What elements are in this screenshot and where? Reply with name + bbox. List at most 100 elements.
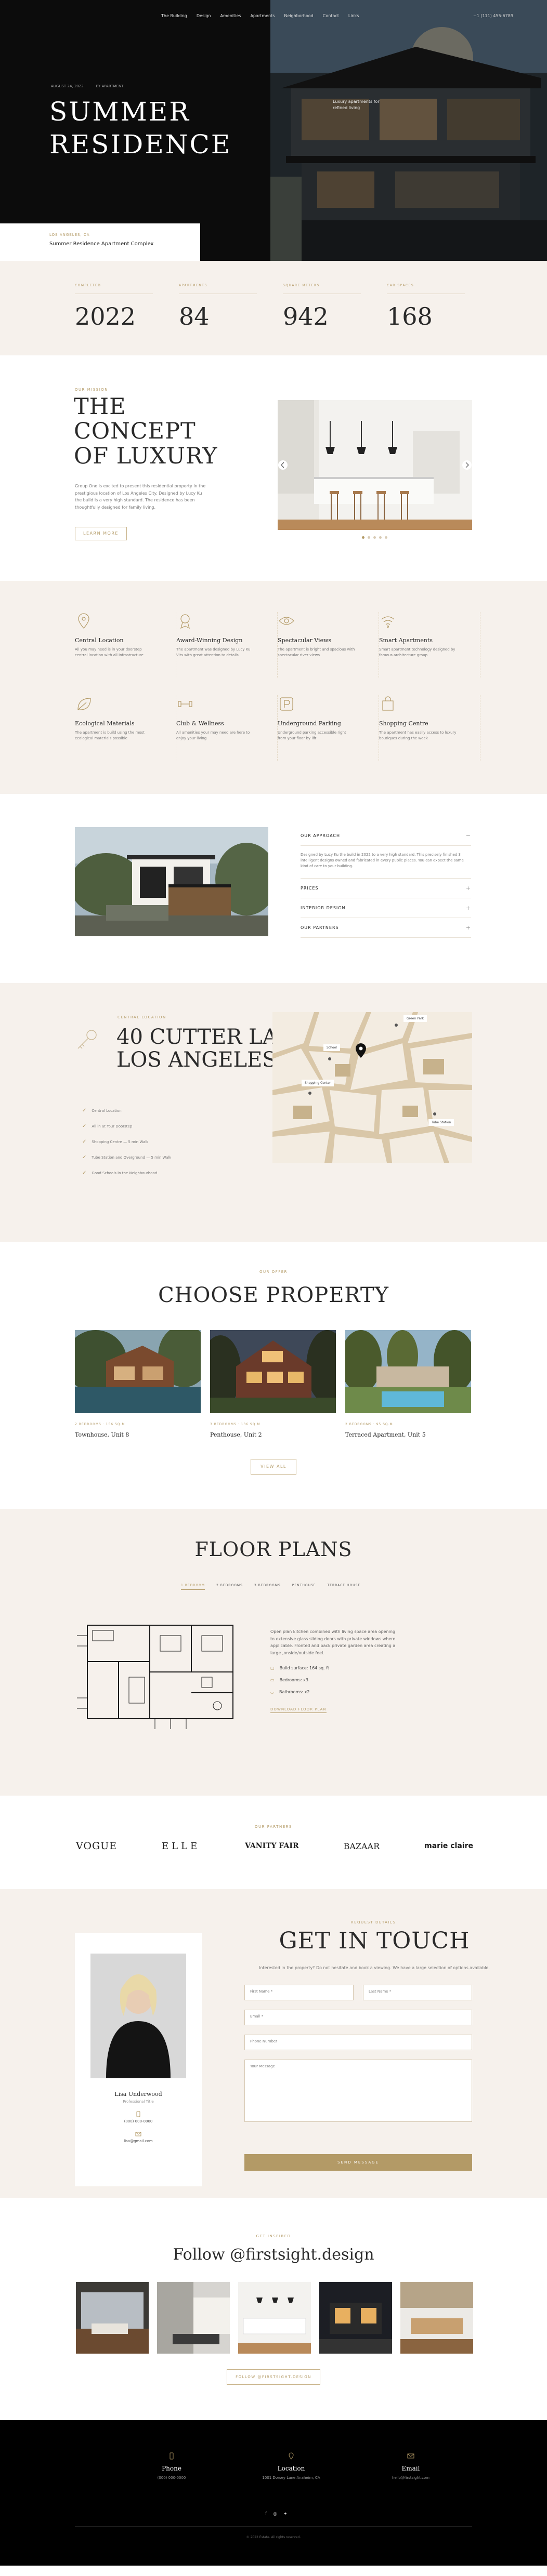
slider-dots[interactable] xyxy=(362,536,387,539)
properties-caption: Our Offer xyxy=(259,1270,288,1274)
accordion-item-approach[interactable]: Our Approach − xyxy=(301,826,471,846)
footer-col-text[interactable]: (000) 000-0000 xyxy=(112,2475,231,2481)
accordion-title: Our Partners xyxy=(301,925,339,930)
instagram-photo[interactable] xyxy=(157,2282,230,2354)
slider-dot[interactable] xyxy=(362,536,364,539)
feature-card: Club & Wellness All amenities your may ne… xyxy=(176,695,278,761)
accordion-item-prices[interactable]: Prices + xyxy=(301,879,471,898)
nav-item-design[interactable]: Design xyxy=(197,14,211,18)
nav-item-building[interactable]: The Building xyxy=(161,14,187,18)
nav-item-apartments[interactable]: Apartments xyxy=(250,14,275,18)
instagram-photo[interactable] xyxy=(238,2282,311,2354)
slider-dot[interactable] xyxy=(373,536,376,539)
slider-dot[interactable] xyxy=(385,536,387,539)
location-pin-icon xyxy=(288,2452,295,2460)
key-icon xyxy=(74,1028,99,1053)
instagram-icon[interactable]: ◎ xyxy=(273,2512,277,2517)
accordion-item-partners[interactable]: Our Partners + xyxy=(301,918,471,938)
footer-col-text[interactable]: hello@firstsight.com xyxy=(351,2475,471,2481)
send-message-button[interactable]: Send Message xyxy=(244,2154,472,2171)
map-label-school: School xyxy=(323,1044,340,1051)
property-title[interactable]: Penthouse, Unit 2 xyxy=(210,1431,336,1438)
floor-plan-drawing xyxy=(77,1620,243,1729)
list-item-text: All in at Your Doorstep xyxy=(92,1124,133,1128)
location-list: ✓ Central Location ✓ All in at Your Doorst… xyxy=(82,1108,171,1186)
spec-bathrooms: ◡ Bathrooms: x2 xyxy=(270,1690,329,1694)
floor-plans-section: Floor Plans 1 Bedroom 2 Bedrooms 3 Bedro… xyxy=(0,1509,547,1796)
instagram-photo[interactable] xyxy=(76,2282,149,2354)
nav-item-amenities[interactable]: Amenities xyxy=(220,14,241,18)
accordion-item-interior[interactable]: Interior Design + xyxy=(301,898,471,918)
stat-completed: Completed 2022 xyxy=(75,284,179,330)
slider-dot[interactable] xyxy=(379,536,382,539)
property-title[interactable]: Townhouse, Unit 8 xyxy=(75,1431,201,1438)
slider-dot[interactable] xyxy=(368,536,370,539)
property-meta: 2 Bedrooms · 95 SQ.M xyxy=(345,1423,393,1426)
bed-icon: ▭ xyxy=(270,1678,275,1682)
property-photo xyxy=(210,1330,336,1413)
property-photo xyxy=(75,1330,201,1413)
concept-title: The Concept of Luxury xyxy=(74,394,218,469)
last-name-field[interactable]: Last Name * xyxy=(363,1985,472,2000)
property-card[interactable]: 2 Bedrooms · 95 SQ.M Terraced Apartment,… xyxy=(345,1330,471,1438)
follow-instagram-button[interactable]: Follow @firstsight.design xyxy=(227,2369,320,2385)
property-card[interactable]: 3 Bedrooms · 136 SQ.M Penthouse, Unit 2 xyxy=(210,1330,336,1438)
tab-1-bedroom[interactable]: 1 Bedroom xyxy=(181,1584,205,1590)
stat-value: 2022 xyxy=(75,302,136,330)
contact-subtitle: Interested in the property? Do not hesit… xyxy=(259,1966,490,1970)
phone-field[interactable]: Phone Number xyxy=(244,2035,472,2050)
email-field[interactable]: Email * xyxy=(244,2010,472,2025)
footer-social: f ◎ ✦ xyxy=(265,2512,288,2517)
property-card[interactable]: 2 Bedrooms · 156 SQ.M Townhouse, Unit 8 xyxy=(75,1330,201,1438)
facebook-icon[interactable]: f xyxy=(265,2512,267,2517)
instagram-photo[interactable] xyxy=(319,2282,392,2354)
accordion-body: Designed by Lucy Ku the build in 2022 to… xyxy=(301,846,471,879)
list-item: ✓ Good Schools in the Neighbourhood xyxy=(82,1170,171,1176)
hero-author: BY APARTMENT xyxy=(96,84,124,88)
stat-apartments: Apartments 84 xyxy=(179,284,283,330)
message-field[interactable]: Your Message xyxy=(244,2060,472,2122)
instagram-photo[interactable] xyxy=(400,2282,473,2354)
nav-phone[interactable]: +1 (111) 455-6789 xyxy=(473,14,513,18)
feature-desc: Smart apartment technology designed by f… xyxy=(379,647,455,658)
learn-more-button[interactable]: Learn More xyxy=(75,527,127,540)
tab-terrace-house[interactable]: Terrace House xyxy=(328,1584,361,1590)
stat-square-meters: Square Meters 942 xyxy=(283,284,387,330)
tab-3-bedrooms[interactable]: 3 Bedrooms xyxy=(254,1584,281,1590)
nav-item-contact[interactable]: Contact xyxy=(323,14,339,18)
leaf-icon xyxy=(75,695,93,713)
agent-phone[interactable]: (000) 000-0000 xyxy=(75,2119,202,2123)
plus-icon: + xyxy=(465,904,471,911)
feature-title: Smart Apartments xyxy=(379,637,433,644)
contact-section: Lisa Underwood Professional Title (000) … xyxy=(0,1889,547,2198)
phone-icon xyxy=(135,2111,141,2117)
property-meta: 2 Bedrooms · 156 SQ.M xyxy=(75,1423,125,1426)
first-name-field[interactable]: First Name * xyxy=(244,1985,354,2000)
agent-email[interactable]: lisa@gmail.com xyxy=(75,2139,202,2143)
concept-title-line: Concept xyxy=(74,418,196,445)
concept-description: Group One is excited to present this res… xyxy=(75,484,206,510)
check-icon: ✓ xyxy=(82,1108,87,1113)
accordion-title: Interior Design xyxy=(301,905,346,910)
tab-2-bedrooms[interactable]: 2 Bedrooms xyxy=(216,1584,243,1590)
location-pin-icon xyxy=(75,612,93,630)
property-title[interactable]: Terraced Apartment, Unit 5 xyxy=(345,1431,471,1438)
download-floor-plan-link[interactable]: Download Floor Plan xyxy=(270,1707,327,1713)
location-map[interactable]: School Green Park Shopping Center Tube S… xyxy=(272,1012,472,1163)
tab-penthouse[interactable]: Penthouse xyxy=(292,1584,316,1590)
stat-value: 942 xyxy=(283,302,329,330)
spec-bedrooms: ▭ Bedrooms: x3 xyxy=(270,1678,329,1682)
feature-card: Award-Winning Design The apartment was de… xyxy=(176,612,278,678)
feature-desc: The apartment was designed by Lucy Ku Vi… xyxy=(176,647,251,658)
list-item-text: Tube Station and Overground — 5 min Walk xyxy=(92,1155,172,1160)
logo-vogue: VOGUE xyxy=(76,1840,118,1852)
twitter-icon[interactable]: ✦ xyxy=(283,2512,288,2517)
property-meta: 3 Bedrooms · 136 SQ.M xyxy=(210,1423,261,1426)
approach-section: Our Approach − Designed by Lucy Ku the bu… xyxy=(0,794,547,983)
award-icon xyxy=(176,612,194,630)
view-all-button[interactable]: View All xyxy=(251,1459,296,1475)
feature-title: Club & Wellness xyxy=(176,720,224,727)
nav-item-links[interactable]: Links xyxy=(348,14,359,18)
area-icon: ▢ xyxy=(270,1666,275,1670)
nav-item-neighborhood[interactable]: Neighborhood xyxy=(284,14,313,18)
